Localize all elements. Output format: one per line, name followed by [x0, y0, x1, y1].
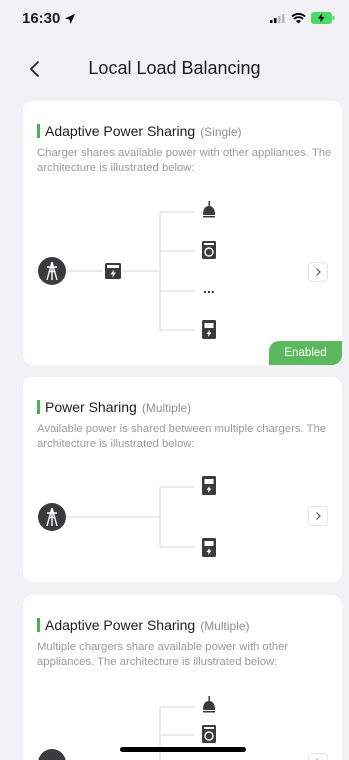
- page-title: Local Load Balancing: [88, 58, 261, 78]
- card-adaptive-power-sharing-multiple[interactable]: Adaptive Power Sharing (Multiple) Multip…: [23, 595, 342, 760]
- power-tower-icon: [38, 257, 66, 285]
- charger-icon: [202, 476, 216, 495]
- charger-icon: [202, 538, 216, 557]
- details-button[interactable]: [308, 753, 328, 760]
- battery-charging-icon: [311, 12, 335, 24]
- wifi-icon: [291, 12, 306, 23]
- details-button[interactable]: [308, 262, 328, 282]
- architecture-diagram: [38, 476, 216, 557]
- lamp-icon: [203, 201, 215, 218]
- location-arrow-icon: [65, 13, 76, 24]
- card-adaptive-power-sharing-single[interactable]: Adaptive Power Sharing (Single) Charger …: [23, 101, 342, 365]
- chevron-right-icon: [316, 512, 321, 520]
- status-time: 16:30: [22, 10, 76, 27]
- time-text: 16:30: [22, 10, 61, 27]
- nav-bar: Local Load Balancing: [0, 46, 349, 90]
- washer-icon: [202, 241, 216, 259]
- meter-icon: [105, 263, 121, 279]
- ellipsis-text: ...: [203, 280, 215, 296]
- architecture-diagram: ...: [38, 201, 216, 339]
- power-tower-icon: [38, 503, 66, 531]
- status-indicators: [270, 12, 335, 24]
- status-badge: Enabled: [269, 341, 342, 365]
- washer-icon: [202, 725, 216, 743]
- card-power-sharing-multiple[interactable]: Power Sharing (Multiple) Available power…: [23, 377, 342, 582]
- charger-icon: [202, 320, 216, 339]
- details-button[interactable]: [308, 506, 328, 526]
- home-indicator[interactable]: [120, 747, 246, 752]
- status-bar: 16:30: [0, 0, 349, 40]
- signal-icon: [270, 14, 285, 23]
- power-tower-icon: [38, 749, 66, 760]
- architecture-diagram: [38, 696, 216, 760]
- chevron-right-icon: [316, 268, 321, 276]
- lamp-icon: [203, 696, 215, 713]
